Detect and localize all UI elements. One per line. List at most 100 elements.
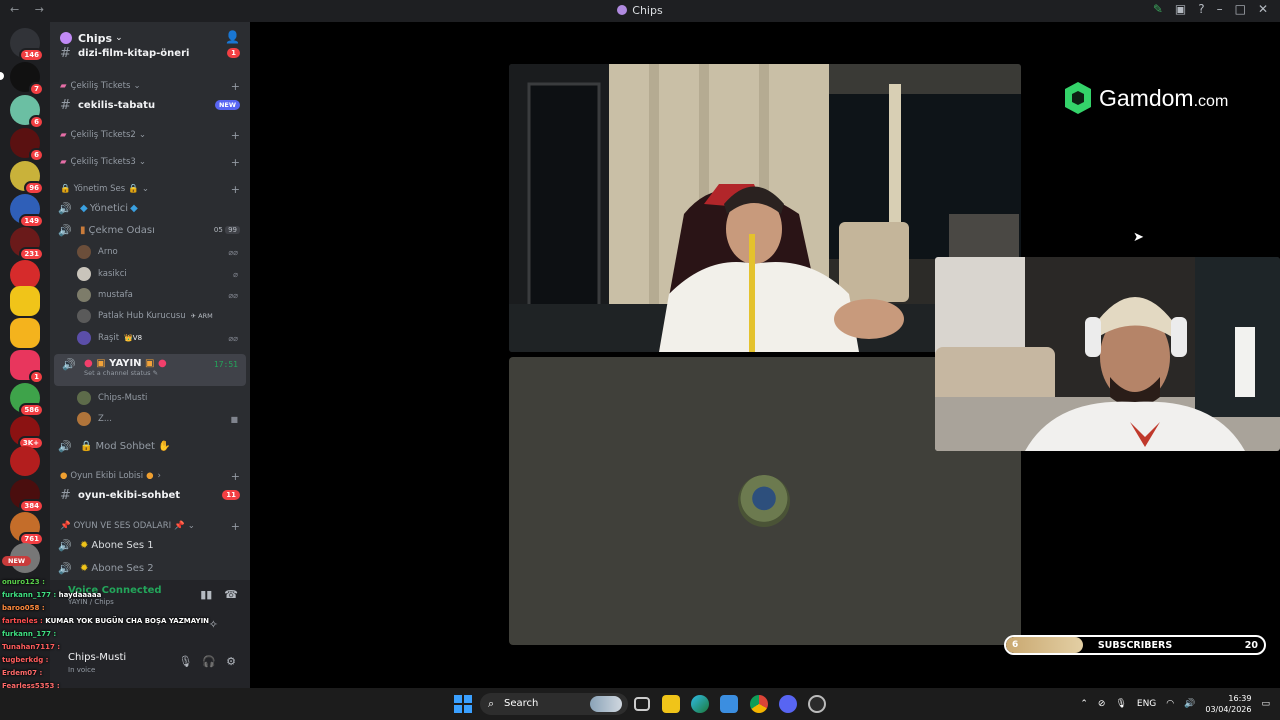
voice-user-mustafa[interactable]: mustafa ⌀⌀: [50, 285, 250, 305]
server-icon-4[interactable]: 96: [10, 161, 44, 195]
category-name: Oyun Ekibi Lobisi: [70, 471, 144, 481]
hash-icon: #: [60, 487, 71, 503]
store-icon[interactable]: [720, 695, 738, 713]
signal-icon[interactable]: ▮▮: [200, 588, 212, 601]
channel-dizi-film[interactable]: # dizi-film-kitap-öneri 1: [50, 46, 250, 61]
disconnect-icon[interactable]: ☎: [224, 588, 238, 601]
clock[interactable]: 16:39 03/04/2026: [1205, 693, 1251, 715]
avatar: [77, 267, 91, 281]
clock-date: 03/04/2026: [1205, 705, 1252, 714]
stage-area: Gamdom.com ➤ 6 SUBSCRIBERS 20: [250, 22, 1280, 688]
server-icon-11[interactable]: 586: [10, 383, 44, 417]
category-cekilis3[interactable]: ▰ Çekiliş Tickets3 ⌄ +: [50, 152, 250, 172]
chevron-up-icon[interactable]: ⌃: [1080, 699, 1088, 709]
inbox-icon[interactable]: ▣: [1175, 2, 1186, 16]
direct-messages-button[interactable]: 146: [10, 28, 44, 62]
chrome-icon[interactable]: [750, 695, 768, 713]
voice-channel-yonetici[interactable]: 🔊 ◆ Yönetici ◆: [50, 198, 250, 218]
microphone-icon[interactable]: 🎙: [1115, 699, 1126, 709]
channel-status[interactable]: Set a channel status ✎: [84, 369, 167, 377]
add-channel-icon[interactable]: +: [231, 129, 240, 142]
participant-avatar[interactable]: [738, 475, 790, 527]
voice-channel-yayin[interactable]: 🔊 ● ▣ YAYIN ▣ ● Set a channel status ✎ 1…: [54, 354, 246, 386]
avatar: [77, 331, 91, 345]
nitro-icon[interactable]: ✎: [1153, 2, 1163, 16]
network-off-icon[interactable]: ⊘: [1098, 699, 1106, 709]
category-yonetim[interactable]: 🔒 Yönetim Ses 🔒 ⌄ +: [50, 179, 250, 199]
mention-badge: 146: [19, 48, 44, 62]
server-icon-10[interactable]: 1: [10, 350, 44, 384]
server-icon-2[interactable]: 6: [10, 95, 44, 129]
settings-icon[interactable]: ⚙: [226, 655, 236, 668]
goal-label: SUBSCRIBERS: [1097, 640, 1173, 651]
mention-badge: 384: [19, 499, 44, 513]
edge-icon[interactable]: [691, 695, 709, 713]
channel-name: Çekme Odası: [88, 224, 155, 236]
app-icon[interactable]: [808, 695, 826, 713]
search-highlight-image: [590, 696, 622, 712]
voice-channel-cekme-odasi[interactable]: 🔊 ▮ Çekme Odası 05 99: [50, 220, 250, 240]
voice-user-kasikci[interactable]: kasikci ⌀: [50, 264, 250, 284]
chat-username: onuro123 :: [2, 578, 45, 586]
server-icon-6[interactable]: 231: [10, 227, 44, 261]
file-explorer-icon[interactable]: [662, 695, 680, 713]
close-button[interactable]: ✕: [1258, 2, 1268, 16]
add-channel-icon[interactable]: +: [231, 80, 240, 93]
soundboard-icon[interactable]: ✧: [209, 618, 218, 631]
discord-icon[interactable]: [779, 695, 797, 713]
server-icon-12[interactable]: 3K+: [10, 416, 44, 450]
voice-channel-mod-sohbet[interactable]: 🔊 🔒 Mod Sohbet ✋: [50, 436, 250, 456]
start-button[interactable]: [454, 695, 472, 713]
help-icon[interactable]: ?: [1198, 2, 1204, 16]
category-oyun-ses[interactable]: 📌 OYUN VE SES ODALARI 📌 ⌄ +: [50, 516, 250, 536]
mention-badge: 6: [29, 115, 44, 129]
channel-cekilis-tabatu[interactable]: # cekilis-tabatu NEW: [50, 95, 250, 115]
wifi-icon[interactable]: ◠: [1166, 699, 1174, 709]
new-badge: NEW: [214, 100, 240, 110]
server-icon-3[interactable]: 6: [10, 128, 44, 162]
minimize-button[interactable]: –: [1217, 2, 1223, 16]
category-cekilis[interactable]: ▰ Çekiliş Tickets ⌄ +: [50, 76, 250, 96]
add-channel-icon[interactable]: +: [231, 470, 240, 483]
ticket-icon: ▰: [60, 81, 67, 91]
headphones-icon[interactable]: 🎧: [202, 655, 216, 668]
voice-user-z[interactable]: Z... ■: [50, 409, 250, 429]
mention-badge: 6: [29, 148, 44, 162]
hash-icon: #: [60, 97, 71, 113]
server-icon-15[interactable]: 761: [10, 512, 44, 546]
server-icon-13[interactable]: [10, 446, 40, 476]
volume-icon[interactable]: 🔊: [1184, 699, 1195, 709]
taskbar-search[interactable]: ⌕ Search: [480, 693, 628, 715]
channel-oyun-ekibi-sohbet[interactable]: # oyun-ekibi-sohbet 11: [50, 485, 250, 505]
server-icon-9[interactable]: [10, 318, 40, 348]
maximize-button[interactable]: □: [1235, 2, 1246, 16]
language-indicator[interactable]: ENG: [1137, 699, 1156, 709]
yayin-label-group: ● ▣ YAYIN ▣ ● Set a channel status ✎: [84, 358, 167, 377]
mouse-cursor-icon: ➤: [1133, 230, 1144, 245]
category-cekilis2[interactable]: ▰ Çekiliş Tickets2 ⌄ +: [50, 125, 250, 145]
task-view-icon[interactable]: [634, 697, 650, 711]
invite-people-icon[interactable]: 👤: [225, 30, 240, 44]
voice-channel-abone1[interactable]: 🔊 ✹ Abone Ses 1: [50, 535, 250, 555]
voice-user-chips-musti[interactable]: Chips-Musti: [50, 388, 250, 408]
voice-user-patlak[interactable]: Patlak Hub Kurucusu ✈ ARM: [50, 306, 250, 326]
add-channel-icon[interactable]: +: [231, 520, 240, 533]
server-icon-14[interactable]: 384: [10, 479, 44, 513]
brand-text: Gamdom.com: [1099, 84, 1229, 111]
chat-message: fartneles : KUMAR YOK BUGÜN CHA BOŞA YAZ…: [2, 617, 209, 625]
server-icon-8[interactable]: [10, 286, 40, 316]
channel-name: oyun-ekibi-sohbet: [78, 489, 181, 501]
add-channel-icon[interactable]: +: [231, 156, 240, 169]
add-channel-icon[interactable]: +: [231, 183, 240, 196]
notification-icon[interactable]: ▭: [1261, 699, 1270, 709]
server-icon-1[interactable]: 7: [10, 62, 44, 96]
chat-message: furkann_177 : haydaaaaa: [2, 591, 101, 599]
server-icon-5[interactable]: 149: [10, 194, 44, 228]
channel-name: Mod Sohbet: [95, 440, 155, 452]
mention-badge: 1: [29, 370, 44, 384]
voice-user-rasit[interactable]: Raşit 👑V8 ⌀⌀: [50, 328, 250, 348]
channel-title: ● ▣ YAYIN ▣ ●: [84, 358, 167, 369]
category-oyun-lobi[interactable]: ● Oyun Ekibi Lobisi ● › +: [50, 466, 250, 486]
search-icon: ⌕: [488, 697, 495, 710]
voice-user-arno[interactable]: Arno ⌀⌀: [50, 242, 250, 262]
